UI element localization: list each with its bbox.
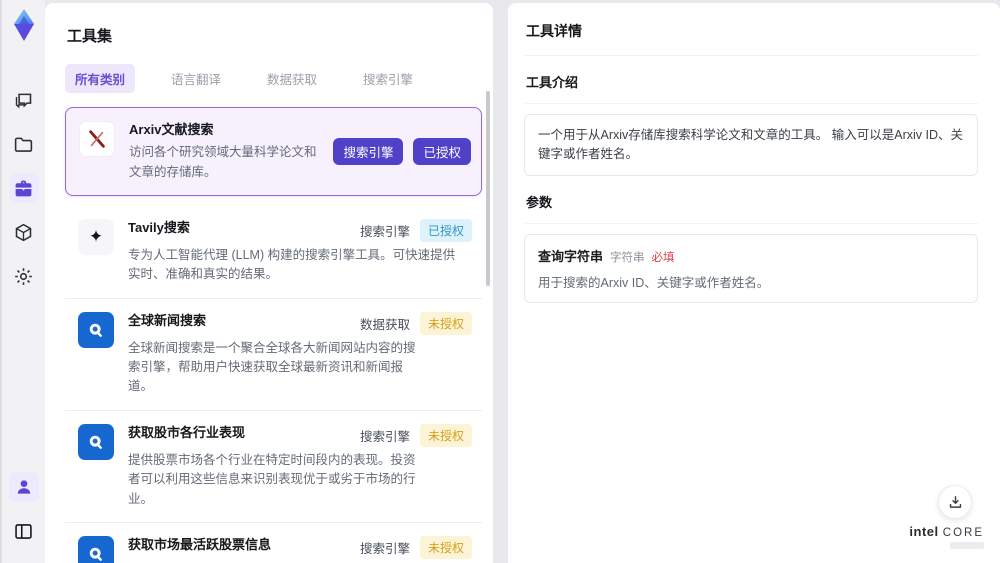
- status-badge: 已授权: [419, 218, 472, 242]
- list-scrollbar[interactable]: [486, 91, 490, 286]
- category-label: 搜索引擎: [359, 541, 410, 556]
- category-label: 搜索引擎: [359, 429, 410, 444]
- tab-data-fetch[interactable]: 数据获取: [257, 64, 327, 93]
- intel-core-logo: intel CORE: [909, 524, 984, 549]
- status-badge: 未授权: [419, 311, 472, 335]
- tool-name: 获取股市各行业表现: [128, 424, 246, 440]
- panel-divider: [493, 3, 508, 563]
- folder-icon[interactable]: [9, 129, 39, 159]
- tool-card-active-stocks[interactable]: 获取市场最活跃股票信息 搜索引擎 未授权 提供当天交易量最高的股票列表，投资者可…: [65, 522, 482, 563]
- param-description: 用于搜索的Arxiv ID、关键字或作者姓名。: [538, 275, 770, 290]
- main-area: 工具集 所有类别 语言翻译 数据获取 搜索引擎 Arxiv文献搜索 访问各个研究…: [45, 0, 1000, 563]
- tool-name: Tavily搜索: [128, 219, 190, 235]
- tool-card-global-news[interactable]: 全球新闻搜索 数据获取 未授权 全球新闻搜索是一个聚合全球各大新闻网站内容的搜索…: [65, 298, 482, 411]
- category-label: 数据获取: [359, 317, 410, 332]
- tool-list: Arxiv文献搜索 访问各个研究领域大量科学论文和文章的存储库。 搜索引擎 已授…: [65, 107, 482, 563]
- page-title: 工具集: [67, 28, 113, 45]
- params-heading: 参数: [524, 176, 978, 224]
- download-button[interactable]: [938, 485, 972, 519]
- tab-translation[interactable]: 语言翻译: [161, 64, 231, 93]
- sidebar: [0, 0, 45, 563]
- download-icon: [949, 495, 961, 508]
- status-badge: 未授权: [419, 535, 472, 559]
- stock-search-icon: [78, 423, 114, 460]
- category-label: 搜索引擎: [359, 224, 410, 239]
- app-window: 工具集 所有类别 语言翻译 数据获取 搜索引擎 Arxiv文献搜索 访问各个研究…: [0, 0, 1000, 563]
- status-badge: 未授权: [419, 423, 472, 447]
- briefcase-icon-tools[interactable]: [8, 173, 39, 203]
- param-name: 查询字符串: [538, 248, 604, 264]
- tool-card-tavily[interactable]: ✦ Tavily搜索 搜索引擎 已授权 专为人工智能代理 (LLM) 构建的搜索…: [65, 205, 482, 299]
- tool-list-panel: 工具集 所有类别 语言翻译 数据获取 搜索引擎 Arxiv文献搜索 访问各个研究…: [45, 3, 493, 563]
- tab-search-engine[interactable]: 搜索引擎: [353, 64, 423, 93]
- brand-ultra-bar: [950, 542, 984, 549]
- tool-description: 专为人工智能代理 (LLM) 构建的搜索引擎工具。可快速提供实时、准确和真实的结…: [128, 247, 456, 282]
- intro-heading: 工具介绍: [524, 56, 978, 104]
- news-search-icon: [78, 311, 114, 348]
- param-required-label: 必填: [651, 251, 675, 264]
- cube-icon[interactable]: [9, 217, 39, 247]
- chat-icon[interactable]: [9, 85, 39, 115]
- tool-detail-panel: 工具详情 工具介绍 一个用于从Arxiv存储库搜索科学论文和文章的工具。 输入可…: [508, 3, 1000, 563]
- tool-name: 全球新闻搜索: [128, 312, 207, 328]
- brand-intel-text: intel: [909, 524, 939, 539]
- category-badge: 搜索引擎: [333, 137, 404, 165]
- tool-card-sector-performance[interactable]: 获取股市各行业表现 搜索引擎 未授权 提供股票市场各个行业在特定时间段内的表现。…: [65, 410, 482, 523]
- intro-text: 一个用于从Arxiv存储库搜索科学论文和文章的工具。 输入可以是Arxiv ID…: [524, 114, 978, 176]
- param-type: 字符串: [610, 251, 645, 264]
- category-tabs: 所有类别 语言翻译 数据获取 搜索引擎: [65, 64, 483, 93]
- brand-core-text: CORE: [942, 527, 984, 539]
- tool-description: 提供股票市场各个行业在特定时间段内的表现。投资者可以利用这些信息来识别表现优于或…: [128, 452, 416, 506]
- tab-all-categories[interactable]: 所有类别: [65, 64, 136, 93]
- tool-name: Arxiv文献搜索: [129, 122, 214, 137]
- app-logo-icon: [9, 8, 39, 42]
- tool-name: 获取市场最活跃股票信息: [128, 536, 272, 552]
- tool-description: 访问各个研究领域大量科学论文和文章的存储库。: [129, 145, 317, 179]
- tool-card-arxiv[interactable]: Arxiv文献搜索 访问各个研究领域大量科学论文和文章的存储库。 搜索引擎 已授…: [65, 107, 482, 196]
- param-item: 查询字符串 字符串 必填 用于搜索的Arxiv ID、关键字或作者姓名。: [524, 233, 978, 303]
- detail-title: 工具详情: [524, 17, 978, 56]
- tavily-star-icon: ✦: [78, 218, 114, 255]
- panel-layout-icon[interactable]: [9, 516, 39, 546]
- stock-search-icon: [78, 535, 114, 563]
- arxiv-logo-icon: [79, 121, 115, 157]
- tool-description: 全球新闻搜索是一个聚合全球各大新闻网站内容的搜索引擎，帮助用户快速获取全球最新资…: [128, 340, 416, 394]
- gear-icon[interactable]: [9, 261, 39, 291]
- status-badge: 已授权: [413, 137, 471, 165]
- user-icon[interactable]: [8, 472, 39, 502]
